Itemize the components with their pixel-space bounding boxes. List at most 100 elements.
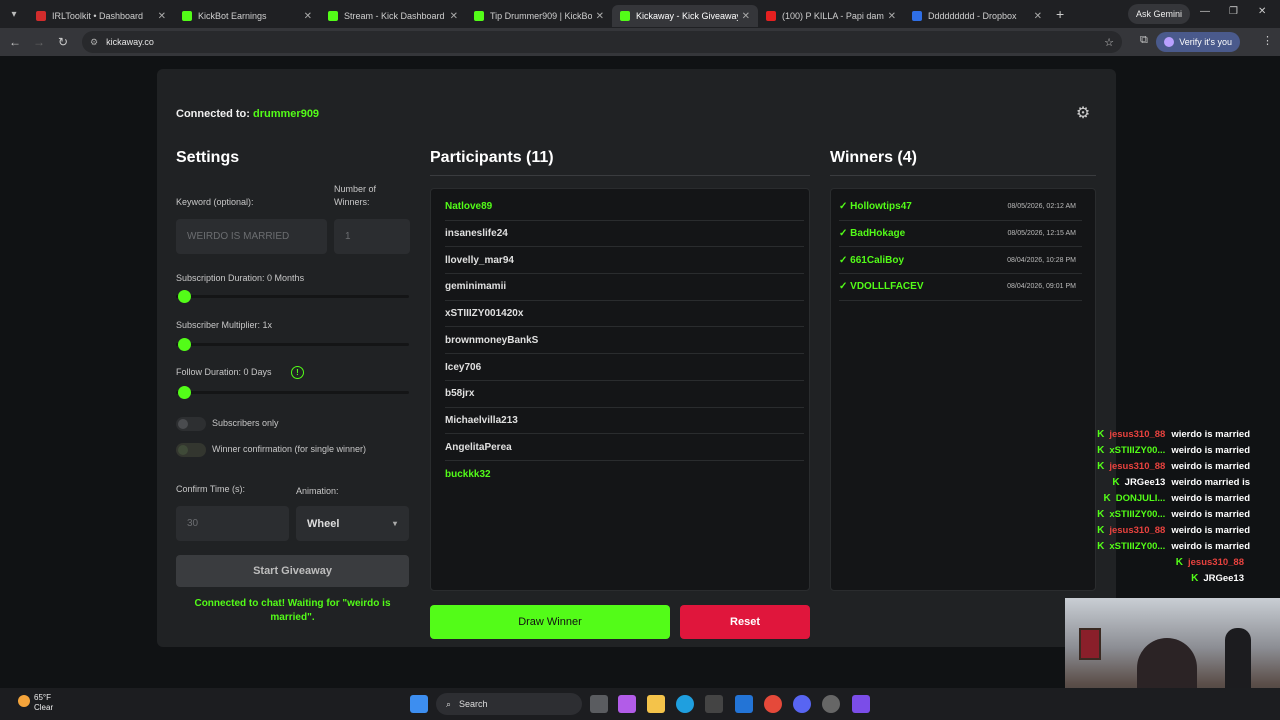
sub-multiplier-slider-thumb[interactable]: [178, 338, 191, 351]
reset-button[interactable]: Reset: [680, 605, 810, 639]
url-input[interactable]: ⚙ kickaway.co ☆: [82, 31, 1122, 53]
chrome-icon[interactable]: [764, 695, 782, 713]
tab-close-icon[interactable]: ✕: [158, 11, 166, 22]
info-icon[interactable]: !: [291, 366, 304, 379]
participant-row: insaneslife24: [445, 221, 804, 248]
participant-row: AngelitaPerea: [445, 434, 804, 461]
close-window-icon[interactable]: ✕: [1258, 6, 1266, 17]
verify-profile-button[interactable]: Verify it's you: [1156, 32, 1240, 52]
tab-close-icon[interactable]: ✕: [742, 11, 750, 22]
edge-icon[interactable]: [676, 695, 694, 713]
browser-tab[interactable]: Stream - Kick Dashboard ✕: [320, 5, 466, 27]
winner-confirmation-label: Winner confirmation (for single winner): [212, 444, 367, 454]
kick-icon: K: [1097, 540, 1105, 552]
tab-close-icon[interactable]: ✕: [596, 11, 604, 22]
tab-favicon-icon: [328, 11, 338, 21]
browser-tab[interactable]: IRLToolkit • Dashboard ✕: [28, 5, 174, 27]
mail-icon[interactable]: [735, 695, 753, 713]
tab-close-icon[interactable]: ✕: [450, 11, 458, 22]
tab-favicon-icon: [474, 11, 484, 21]
browser-tab[interactable]: Ddddddddd - Dropbox ✕: [904, 5, 1050, 27]
settings-gear-icon[interactable]: ⚙: [1073, 104, 1093, 124]
tab-close-icon[interactable]: ✕: [888, 11, 896, 22]
app-icon[interactable]: [852, 695, 870, 713]
winner-date: 08/05/2026, 02:12 AM: [1007, 203, 1077, 211]
extensions-icon[interactable]: ⧉: [1140, 34, 1148, 47]
back-icon[interactable]: ←: [3, 35, 27, 49]
browser-tab[interactable]: (100) P KILLA - Papi dame e ✕: [758, 5, 904, 27]
copilot-icon[interactable]: [618, 695, 636, 713]
keyword-input[interactable]: WEIRDO IS MARRIED: [176, 219, 327, 254]
menu-kebab-icon[interactable]: ⋮: [1262, 34, 1273, 47]
kick-icon: K: [1191, 572, 1199, 584]
start-giveaway-button[interactable]: Start Giveaway: [176, 555, 409, 587]
store-icon[interactable]: [705, 695, 723, 713]
winners-title: Winners (4): [830, 149, 917, 166]
confirm-time-input[interactable]: 30: [176, 506, 289, 541]
participant-row: Michaelvilla213: [445, 408, 804, 435]
animation-select[interactable]: Wheel ▾: [296, 506, 409, 541]
sub-duration-slider-thumb[interactable]: [178, 290, 191, 303]
settings-title: Settings: [176, 149, 240, 166]
settings-app-icon[interactable]: [822, 695, 840, 713]
reload-icon[interactable]: ↻: [51, 35, 75, 49]
browser-tab[interactable]: Kickaway - Kick Giveaway To ✕: [612, 5, 758, 27]
winner-date: 08/04/2026, 09:01 PM: [1007, 283, 1076, 291]
sub-multiplier-slider[interactable]: [176, 343, 409, 346]
participant-row: xSTIIIZY001420x: [445, 301, 804, 328]
connected-prefix: Connected to:: [176, 108, 250, 120]
browser-tab[interactable]: Tip Drummer909 | KickBot ✕: [466, 5, 612, 27]
draw-winner-button[interactable]: Draw Winner: [430, 605, 670, 639]
winner-row: ✓ Hollowtips47 08/05/2026, 02:12 AM: [839, 194, 1082, 221]
ask-gemini-button[interactable]: Ask Gemini: [1127, 4, 1190, 24]
tab-favicon-icon: [766, 11, 776, 21]
maximize-icon[interactable]: ❐: [1229, 6, 1238, 17]
confirm-time-placeholder: 30: [187, 518, 199, 529]
kick-icon: K: [1112, 476, 1120, 488]
task-view-icon[interactable]: [590, 695, 608, 713]
browser-tab[interactable]: KickBot Earnings ✕: [174, 5, 320, 27]
follow-duration-slider[interactable]: [176, 391, 409, 394]
minimize-icon[interactable]: —: [1200, 6, 1210, 17]
taskbar-search[interactable]: ⌕ Search: [436, 693, 582, 715]
site-info-icon[interactable]: ⚙: [90, 37, 98, 48]
chat-username: JRGee13: [1124, 476, 1166, 488]
tab-close-icon[interactable]: ✕: [304, 11, 312, 22]
chat-text: weirdo is married: [1171, 444, 1250, 456]
winners-count-input[interactable]: 1: [334, 219, 410, 254]
tab-title: KickBot Earnings: [198, 11, 267, 21]
winner-name: ✓ VDOLLLFACEV: [839, 281, 924, 293]
taskbar: 65°F Clear ⌕ Search: [0, 688, 1280, 720]
discord-icon[interactable]: [793, 695, 811, 713]
start-menu-icon[interactable]: [410, 695, 428, 713]
chat-message: Kjesus310_88: [1058, 554, 1280, 570]
verify-label: Verify it's you: [1179, 37, 1232, 47]
forward-icon[interactable]: →: [27, 35, 51, 49]
tab-title: Ddddddddd - Dropbox: [928, 11, 1017, 21]
participant-row: Natlove89: [445, 194, 804, 221]
url-text: kickaway.co: [106, 37, 154, 47]
sub-duration-slider[interactable]: [176, 295, 409, 298]
chat-username: jesus310_88: [1109, 524, 1166, 536]
chat-text: weirdo is married: [1171, 508, 1250, 520]
tab-title: IRLToolkit • Dashboard: [52, 11, 144, 21]
winner-row: ✓ BadHokage 08/05/2026, 12:15 AM: [839, 221, 1082, 248]
giveaway-card: Connected to: drummer909 ⚙ Settings Keyw…: [157, 69, 1116, 647]
winner-confirmation-toggle[interactable]: [176, 443, 206, 457]
winner-name: ✓ Hollowtips47: [839, 201, 912, 213]
subscribers-only-toggle[interactable]: [176, 417, 206, 431]
follow-duration-slider-thumb[interactable]: [178, 386, 191, 399]
subscribers-only-label: Subscribers only: [212, 418, 279, 428]
address-bar: ← → ↻ ⚙ kickaway.co ☆ ⧉ Verify it's you …: [0, 28, 1280, 56]
tab-title: Tip Drummer909 | KickBot: [490, 11, 592, 21]
bookmark-star-icon[interactable]: ☆: [1104, 36, 1114, 49]
chat-message: K JRGee13: [1058, 570, 1280, 586]
tab-close-icon[interactable]: ✕: [1034, 11, 1042, 22]
winners-count-placeholder: 1: [345, 231, 351, 242]
winner-row: ✓ 661CaliBoy 08/04/2026, 10:28 PM: [839, 247, 1082, 275]
chat-message: KxSTIIIZY00... weirdo is married: [1058, 506, 1280, 522]
new-tab-icon[interactable]: +: [1056, 6, 1064, 22]
file-explorer-icon[interactable]: [647, 695, 665, 713]
participants-title: Participants (11): [430, 149, 554, 166]
tab-search-icon[interactable]: ▾: [0, 0, 28, 28]
